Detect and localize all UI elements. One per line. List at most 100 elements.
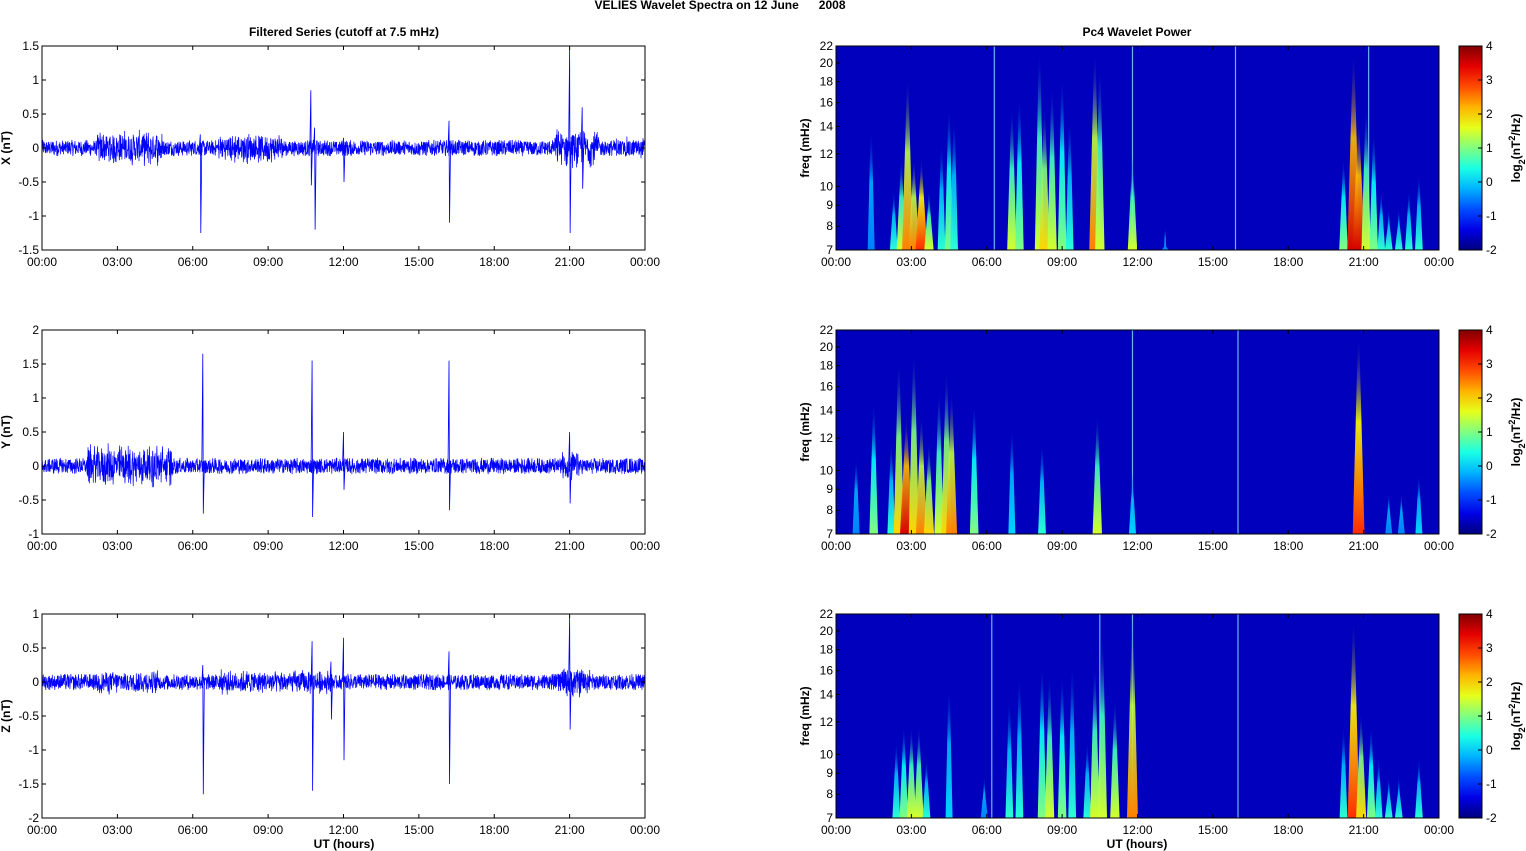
- x-tick-label: 09:00: [253, 823, 283, 837]
- y-tick-label: 9: [826, 482, 833, 496]
- y-tick-label: 20: [820, 340, 834, 354]
- x-tick-label: 21:00: [555, 823, 585, 837]
- y-tick-label: 8: [826, 503, 833, 517]
- y-tick-label: 16: [820, 664, 834, 678]
- left-column-title: Filtered Series (cutoff at 7.5 mHz): [249, 25, 439, 39]
- y-tick-label: 16: [820, 96, 834, 110]
- y-tick-label: 14: [820, 688, 834, 702]
- x-tick-label: 00:00: [1424, 539, 1454, 553]
- x-tick-label: 15:00: [1198, 823, 1228, 837]
- y-tick-label: 0.5: [22, 107, 39, 121]
- colorbar-tick-label: 3: [1486, 357, 1493, 371]
- x-tick-label: 15:00: [404, 823, 434, 837]
- y-tick-label: 14: [820, 120, 834, 134]
- y-tick-label: 14: [820, 404, 834, 418]
- x-tick-label: 21:00: [1349, 539, 1379, 553]
- colorbar-tick-label: -1: [1486, 209, 1497, 223]
- x-tick-label: 21:00: [1349, 823, 1379, 837]
- left-xlabel: UT (hours): [314, 837, 375, 851]
- colorbar-tick-label: 0: [1486, 175, 1493, 189]
- colorbar-label-part: /Hz): [1509, 398, 1523, 420]
- y-tick-label: 8: [826, 787, 833, 801]
- colorbar-tick-label: 1: [1486, 425, 1493, 439]
- y-tick-label: 0.5: [22, 425, 39, 439]
- y-tick-label: 0: [32, 141, 39, 155]
- colorbar-label: log2(nT2/Hz): [1507, 398, 1526, 467]
- colorbar-tick-label: 0: [1486, 459, 1493, 473]
- x-tick-label: 09:00: [1047, 539, 1077, 553]
- y-tick-label: 2: [32, 323, 39, 337]
- x-tick-label: 12:00: [1122, 539, 1152, 553]
- colorbar-tick-label: 4: [1486, 39, 1493, 53]
- y-tick-label: -1.5: [18, 777, 39, 791]
- colorbar-tick-label: 2: [1486, 107, 1493, 121]
- y-axis-label: freq (mHz): [798, 118, 812, 177]
- y-axis-label: freq (mHz): [798, 402, 812, 461]
- colorbar-label: log2(nT2/Hz): [1507, 682, 1526, 751]
- x-tick-label: 00:00: [1424, 255, 1454, 269]
- y-tick-label: 0: [32, 459, 39, 473]
- x-tick-label: 00:00: [630, 255, 660, 269]
- y-tick-label: 1.5: [22, 39, 39, 53]
- y-tick-label: 1.5: [22, 357, 39, 371]
- right-xlabel: UT (hours): [1107, 837, 1168, 851]
- colorbar-label-part: /Hz): [1509, 682, 1523, 704]
- y-tick-label: 1: [32, 391, 39, 405]
- colorbar-tick-label: 3: [1486, 73, 1493, 87]
- y-tick-label: 1: [32, 607, 39, 621]
- x-tick-label: 12:00: [328, 539, 358, 553]
- x-tick-label: 06:00: [178, 255, 208, 269]
- wavelet-spectra-figure: VELIES Wavelet Spectra on 12 June 2008 F…: [0, 0, 1526, 851]
- colorbar-label-part: (nT: [1509, 424, 1523, 443]
- x-tick-label: 00:00: [27, 539, 57, 553]
- colorbar-tick-label: 4: [1486, 607, 1493, 621]
- colorbar-tick-label: -2: [1486, 811, 1497, 825]
- y-tick-label: 0: [32, 675, 39, 689]
- x-tick-label: 03:00: [102, 539, 132, 553]
- y-tick-label: 10: [820, 747, 834, 761]
- y-tick-label: 10: [820, 463, 834, 477]
- x-tick-label: 12:00: [328, 255, 358, 269]
- x-tick-label: 00:00: [630, 823, 660, 837]
- y-tick-label: -1: [28, 743, 39, 757]
- x-tick-label: 00:00: [1424, 823, 1454, 837]
- colorbar-label-part: /Hz): [1509, 114, 1523, 136]
- x-tick-label: 00:00: [27, 255, 57, 269]
- x-tick-label: 18:00: [1273, 255, 1303, 269]
- x-tick-label: 00:00: [630, 539, 660, 553]
- y-tick-label: 9: [826, 766, 833, 780]
- y-tick-label: 18: [820, 75, 834, 89]
- x-tick-label: 21:00: [555, 255, 585, 269]
- colorbar-label-part: (nT: [1509, 140, 1523, 159]
- colorbar-tick-label: 2: [1486, 391, 1493, 405]
- x-tick-label: 03:00: [102, 255, 132, 269]
- colorbar-tick-label: -1: [1486, 493, 1497, 507]
- colorbar-tick-label: -2: [1486, 243, 1497, 257]
- colorbar-tick-label: 3: [1486, 641, 1493, 655]
- colorbar-tick-label: -2: [1486, 527, 1497, 541]
- colorbar-label-part: log: [1509, 448, 1523, 466]
- y-tick-label: -0.5: [18, 175, 39, 189]
- x-tick-label: 15:00: [1198, 255, 1228, 269]
- x-tick-label: 18:00: [1273, 823, 1303, 837]
- y-axis-label: Y (nT): [0, 415, 13, 449]
- y-tick-label: 0.5: [22, 641, 39, 655]
- y-tick-label: 22: [820, 607, 834, 621]
- y-tick-label: 12: [820, 147, 834, 161]
- colorbar-tick-label: 4: [1486, 323, 1493, 337]
- x-tick-label: 09:00: [1047, 255, 1077, 269]
- x-tick-label: 03:00: [896, 255, 926, 269]
- colorbar-label: log2(nT2/Hz): [1507, 114, 1526, 183]
- y-tick-label: 22: [820, 323, 834, 337]
- y-tick-label: 18: [820, 359, 834, 373]
- y-tick-label: 20: [820, 56, 834, 70]
- colorbar-label-part: log: [1509, 164, 1523, 182]
- colorbar-label-part: log: [1509, 732, 1523, 750]
- x-tick-label: 18:00: [479, 823, 509, 837]
- x-tick-label: 00:00: [821, 539, 851, 553]
- x-tick-label: 06:00: [178, 823, 208, 837]
- x-tick-label: 03:00: [896, 823, 926, 837]
- x-tick-label: 06:00: [178, 539, 208, 553]
- colorbar-tick-label: 1: [1486, 709, 1493, 723]
- x-tick-label: 12:00: [1122, 823, 1152, 837]
